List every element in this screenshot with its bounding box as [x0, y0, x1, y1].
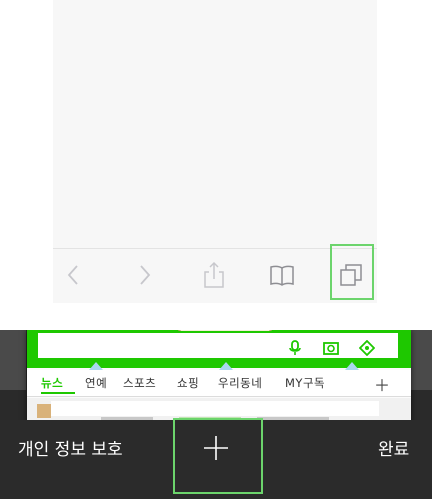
header-decoration [89, 362, 103, 370]
share-button[interactable] [194, 255, 234, 295]
naver-search-bar[interactable] [36, 331, 400, 360]
menu-add-icon[interactable]: ＋ [374, 372, 390, 396]
menu-item-news[interactable]: 뉴스 [41, 375, 63, 391]
location-icon[interactable] [358, 339, 376, 357]
chevron-left-icon [67, 265, 78, 285]
bookmarks-button[interactable] [262, 255, 302, 295]
new-tab-button-highlight [173, 418, 263, 494]
naver-header [27, 330, 411, 370]
book-icon [270, 265, 294, 286]
forward-button[interactable] [125, 255, 165, 295]
toolbar-divider [53, 248, 377, 249]
done-button[interactable]: 완료 [378, 435, 409, 460]
tabs-button-highlight [330, 244, 374, 300]
naver-menu-row: 뉴스 연예 스포츠 쇼핑 우리동네 MY구독 ＋ [27, 370, 411, 397]
share-icon [204, 261, 224, 288]
thumbnail-image [37, 404, 51, 418]
back-button[interactable] [53, 255, 93, 295]
menu-item-sports[interactable]: 스포츠 [123, 375, 156, 391]
header-decoration [219, 362, 233, 370]
header-decoration [345, 362, 359, 370]
menu-item-local[interactable]: 우리동네 [218, 375, 262, 391]
microphone-icon[interactable] [286, 339, 304, 357]
safari-page-area [53, 0, 377, 303]
chevron-right-icon [140, 265, 151, 285]
redacted-area [51, 401, 379, 416]
background-tab-left[interactable] [0, 330, 26, 390]
private-browsing-button[interactable]: 개인 정보 보호 [18, 435, 123, 460]
menu-item-my-subscription[interactable]: MY구독 [285, 375, 325, 391]
active-menu-underline [41, 392, 75, 394]
menu-item-entertainment[interactable]: 연예 [85, 375, 107, 391]
camera-search-icon[interactable] [322, 339, 340, 357]
menu-item-shopping[interactable]: 쇼핑 [177, 375, 199, 391]
